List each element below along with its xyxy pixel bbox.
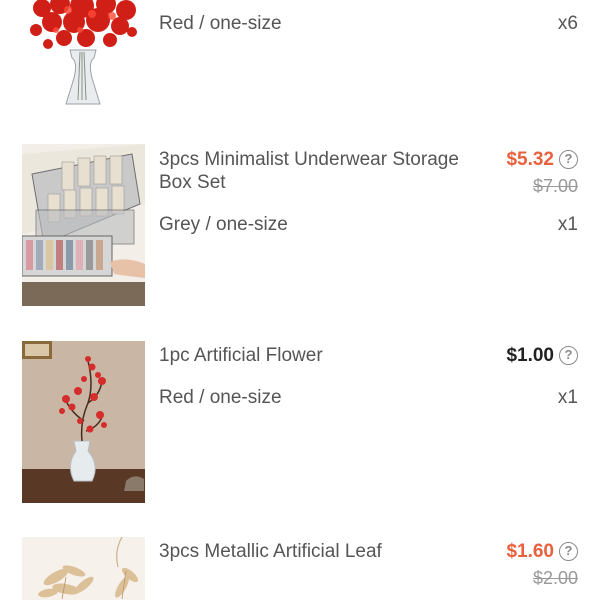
sale-price: $1.60 <box>506 541 554 562</box>
price-row: $5.32 ? <box>506 148 578 171</box>
product-title[interactable]: 1pc Artificial Flower <box>159 344 489 367</box>
cart-item[interactable]: Red / one-size x6 <box>0 0 600 130</box>
sale-price: $5.32 <box>506 149 554 170</box>
cart-item[interactable]: 1pc Artificial Flower $1.00 ? Red / one-… <box>0 340 600 505</box>
question-mark-icon[interactable]: ? <box>559 542 578 561</box>
product-image[interactable] <box>22 341 145 503</box>
original-price: $2.00 <box>532 568 578 588</box>
product-image[interactable] <box>22 537 145 600</box>
product-image[interactable] <box>22 0 145 110</box>
price: $1.00 <box>506 345 554 366</box>
price-row: $1.00 ? <box>506 344 578 367</box>
product-title[interactable]: 3pcs Metallic Artificial Leaf <box>159 540 489 563</box>
price-row: $1.60 ? <box>506 540 578 563</box>
artificial-flower-image <box>22 341 145 503</box>
product-image[interactable] <box>22 144 145 306</box>
variant-label: Red / one-size <box>159 13 282 34</box>
metallic-leaf-image <box>22 537 145 600</box>
variant-label: Grey / one-size <box>159 214 288 235</box>
quantity-label: x1 <box>557 214 578 235</box>
cart-item[interactable]: 3pcs Metallic Artificial Leaf $1.60 ? $2… <box>0 536 600 600</box>
cart-item[interactable]: 3pcs Minimalist Underwear Storage Box Se… <box>0 144 600 309</box>
question-mark-icon[interactable]: ? <box>559 346 578 365</box>
variant-label: Red / one-size <box>159 387 282 408</box>
question-mark-icon[interactable]: ? <box>559 150 578 169</box>
quantity-label: x6 <box>557 13 578 34</box>
red-flower-bouquet-image <box>22 0 145 110</box>
original-price: $7.00 <box>532 176 578 196</box>
product-title[interactable]: 3pcs Minimalist Underwear Storage Box Se… <box>159 148 489 194</box>
quantity-label: x1 <box>557 387 578 408</box>
storage-box-image <box>22 144 145 306</box>
